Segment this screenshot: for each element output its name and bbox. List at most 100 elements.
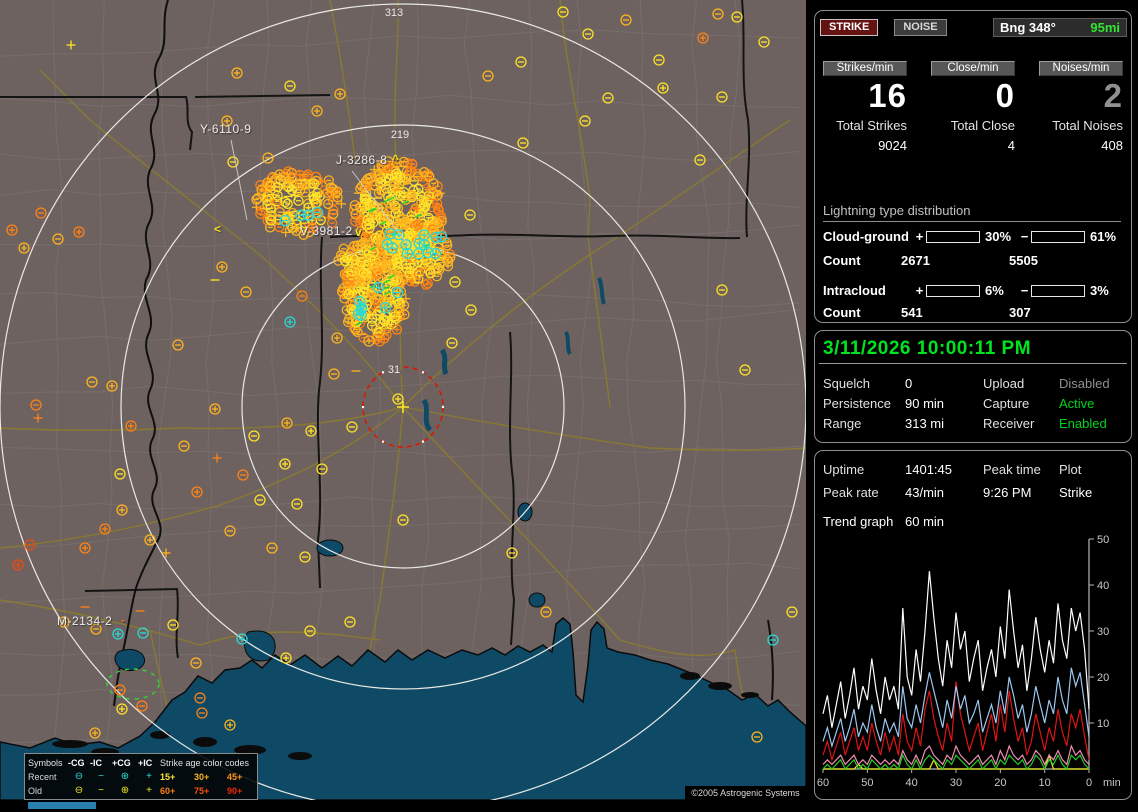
pcg-old-icon: ⊕ — [120, 785, 130, 796]
close-per-min-button[interactable]: Close/min — [931, 61, 1015, 76]
strikes-per-min-column: Strikes/min 16 Total Strikes 9024 — [823, 61, 907, 153]
upload-value: Disabled — [1059, 376, 1110, 391]
age-15: 15+ — [160, 772, 176, 782]
trend-window-value: 60 min — [905, 514, 945, 529]
storm-cell-trend-icon: v — [355, 225, 362, 239]
storm-cell-id: J-3286-8 — [336, 153, 388, 167]
neg-ic-count: 307 — [1009, 305, 1031, 320]
svg-text:10: 10 — [1039, 777, 1051, 789]
cloud-ground-label: Cloud-ground — [823, 229, 909, 244]
legend-col-nic: -IC — [90, 758, 102, 768]
svg-text:219: 219 — [391, 129, 409, 141]
nic-recent-icon: − — [98, 771, 104, 782]
svg-text:31: 31 — [388, 364, 400, 376]
strikes-rate-value: 16 — [868, 77, 907, 114]
strikes-per-min-button[interactable]: Strikes/min — [823, 61, 907, 76]
separator — [819, 363, 1127, 364]
age-90: 90+ — [227, 786, 243, 796]
storm-cell-trend-icon: < — [214, 222, 222, 236]
map-view[interactable]: 31 219 313 Y-6110-9 < J-3286-8 ^ V-3981-2 v M-21… — [0, 0, 806, 800]
peaktime-value: 9:26 PM — [983, 485, 1032, 500]
storm-cell-id: Y-6110-9 — [200, 122, 252, 136]
peakrate-value: 43/min — [905, 485, 945, 500]
noises-per-min-column: Noises/min 2 Total Noises 408 — [1039, 61, 1123, 153]
neg-cg-count: 5505 — [1009, 253, 1038, 268]
trend-graph-label: Trend graph — [823, 514, 894, 529]
legend-col-pcg: +CG — [112, 758, 131, 768]
legend-col-pic: +IC — [138, 758, 153, 768]
upload-label: Upload — [983, 376, 1025, 391]
svg-text:40: 40 — [1097, 580, 1109, 592]
noises-per-min-button[interactable]: Noises/min — [1039, 61, 1123, 76]
legend-age-header: Strike age color codes — [160, 758, 250, 768]
svg-text:30: 30 — [950, 777, 962, 789]
total-strikes-value: 9024 — [878, 138, 907, 153]
ncg-old-icon: ⊖ — [74, 785, 84, 796]
distance-value: 95mi — [1090, 19, 1120, 35]
status-panel: 3/11/2026 10:00:11 PM Squelch 0 Upload D… — [814, 330, 1132, 443]
distribution-title: Lightning type distribution — [823, 203, 1121, 222]
close-per-min-column: Close/min 0 Total Close 4 — [931, 61, 1015, 153]
intracloud-count-row: Count 541 307 — [823, 305, 1031, 320]
pcg-recent-icon: ⊕ — [120, 771, 130, 782]
squelch-label: Squelch — [823, 376, 870, 391]
age-75: 75+ — [194, 786, 210, 796]
plus-sign: + — [915, 283, 924, 298]
cloud-ground-row: Cloud-ground + 30% − 61% — [823, 229, 1121, 244]
svg-text:min: min — [1103, 777, 1121, 789]
trend-row: Trend graph 60 min — [823, 514, 944, 529]
count-label: Count — [823, 305, 861, 320]
strike-mode-button[interactable]: STRIKE — [820, 18, 879, 36]
count-label: Count — [823, 253, 861, 268]
datetime-display: 3/11/2026 10:00:11 PM — [823, 338, 1032, 359]
noise-mode-button[interactable]: NOISE — [894, 18, 947, 36]
minus-sign: − — [1020, 229, 1029, 244]
legend-old-label: Old — [28, 786, 43, 796]
age-30: 30+ — [194, 772, 210, 782]
storm-cell-id: M-2134-2 — [57, 614, 113, 628]
pos-cg-pct: 30% — [985, 229, 1012, 244]
symbol-legend: Symbols -CG -IC +CG +IC Strike age color… — [24, 753, 258, 800]
uptime-value: 1401:45 — [905, 462, 952, 477]
status-row: Persistence 90 min Capture Active — [823, 396, 1094, 411]
svg-text:0: 0 — [1086, 777, 1092, 789]
neg-cg-pct: 61% — [1090, 229, 1117, 244]
trend-chart: 10 20 30 40 50 60 50 40 30 20 10 0 min — [817, 535, 1121, 789]
capture-value: Active — [1059, 396, 1095, 411]
session-row: Peak rate 43/min 9:26 PM Strike — [823, 485, 1092, 500]
plot-label: Plot — [1059, 462, 1082, 477]
total-close-label: Total Close — [950, 118, 1015, 133]
plot-value: Strike — [1059, 485, 1093, 500]
total-strikes-label: Total Strikes — [836, 118, 907, 133]
nic-old-icon: − — [98, 785, 104, 796]
bearing-display: Bng 348° 95mi — [993, 17, 1127, 37]
range-label: Range — [823, 416, 862, 431]
close-rate-value: 0 — [995, 77, 1015, 114]
pos-ic-pct: 6% — [985, 283, 1004, 298]
total-noises-label: Total Noises — [1052, 118, 1123, 133]
strike-counters-panel: STRIKE NOISE Bng 348° 95mi Strikes/min 1… — [814, 10, 1132, 323]
pic-old-icon: + — [146, 785, 152, 796]
minus-sign: − — [1020, 283, 1029, 298]
pos-cg-bar — [926, 230, 980, 243]
squelch-value: 0 — [905, 376, 913, 391]
storm-cell-trend-icon: - — [121, 613, 125, 627]
svg-text:313: 313 — [385, 7, 403, 19]
status-row: Squelch 0 Upload Disabled — [823, 376, 1110, 391]
legend-recent-label: Recent — [28, 772, 57, 782]
cloud-ground-count-row: Count 2671 5505 — [823, 253, 1038, 268]
uptime-label: Uptime — [823, 462, 865, 477]
intracloud-row: Intracloud + 6% − 3% — [823, 283, 1121, 298]
pos-ic-count: 541 — [901, 305, 923, 320]
capture-label: Capture — [983, 396, 1030, 411]
app-window: { "toolbar": { "strike_label": "STRIKE",… — [0, 0, 1138, 812]
svg-text:20: 20 — [1097, 672, 1109, 684]
total-noises-value: 408 — [1101, 138, 1123, 153]
screen-artifact — [28, 802, 96, 809]
neg-ic-pct: 3% — [1090, 283, 1109, 298]
intracloud-label: Intracloud — [823, 283, 886, 298]
storm-cell-trend-icon: ^ — [392, 152, 400, 166]
svg-text:40: 40 — [906, 777, 918, 789]
neg-ic-bar — [1031, 284, 1085, 297]
storm-cell-id: V-3981-2 — [300, 224, 353, 238]
